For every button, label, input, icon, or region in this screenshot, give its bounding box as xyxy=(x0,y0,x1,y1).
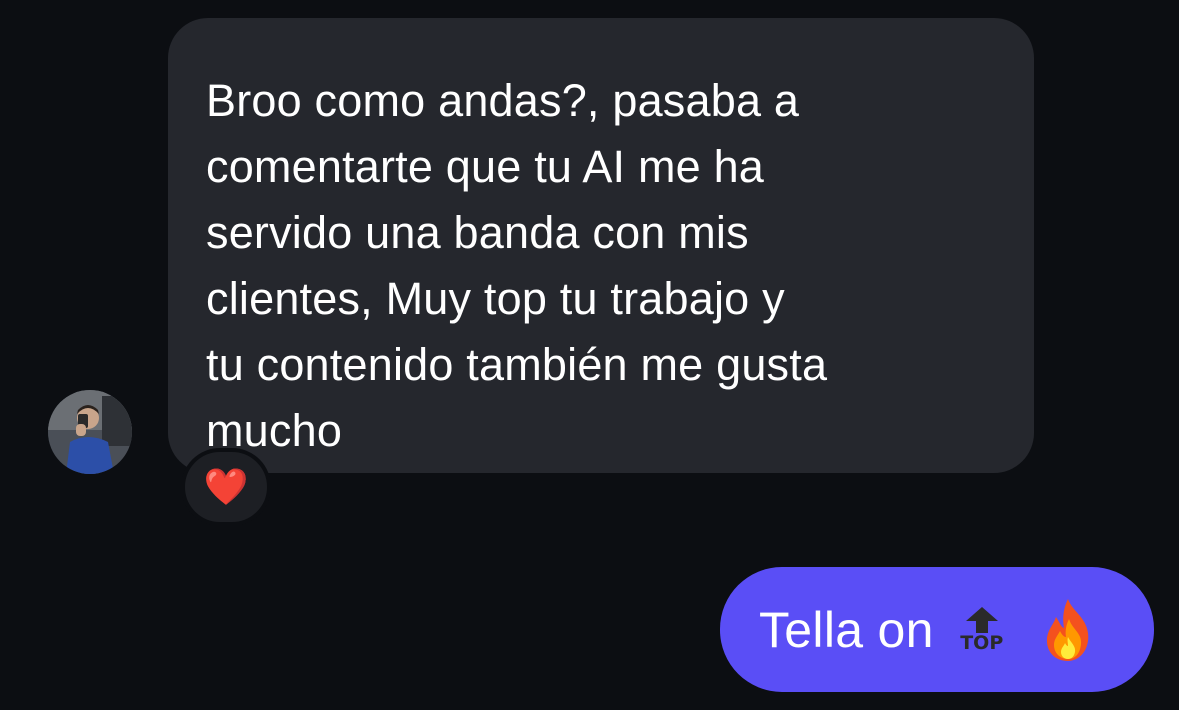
message-line: Broo como andas?, pasaba a xyxy=(206,75,800,126)
top-arrow-icon: TOP xyxy=(958,598,1006,662)
chat-thread: Broo como andas?, pasaba a comentarte qu… xyxy=(0,0,1179,710)
sender-avatar[interactable] xyxy=(48,390,132,474)
fire-icon xyxy=(1040,597,1096,663)
heart-icon: ❤️ xyxy=(203,466,249,507)
message-line: tu contenido también me gusta xyxy=(206,339,828,390)
incoming-message-bubble[interactable]: Broo como andas?, pasaba a comentarte qu… xyxy=(168,18,1034,473)
message-line: clientes, Muy top tu trabajo y xyxy=(206,273,785,324)
outgoing-message-text: Tella on xyxy=(759,601,934,658)
heart-reaction-badge[interactable]: ❤️ xyxy=(181,448,271,526)
message-line: servido una banda con mis xyxy=(206,207,749,258)
message-line: comentarte que tu AI me ha xyxy=(206,141,765,192)
top-label: TOP xyxy=(960,631,1004,654)
avatar-image xyxy=(48,390,132,474)
message-line: mucho xyxy=(206,405,343,456)
outgoing-message-bubble[interactable]: Tella on TOP xyxy=(720,567,1154,692)
